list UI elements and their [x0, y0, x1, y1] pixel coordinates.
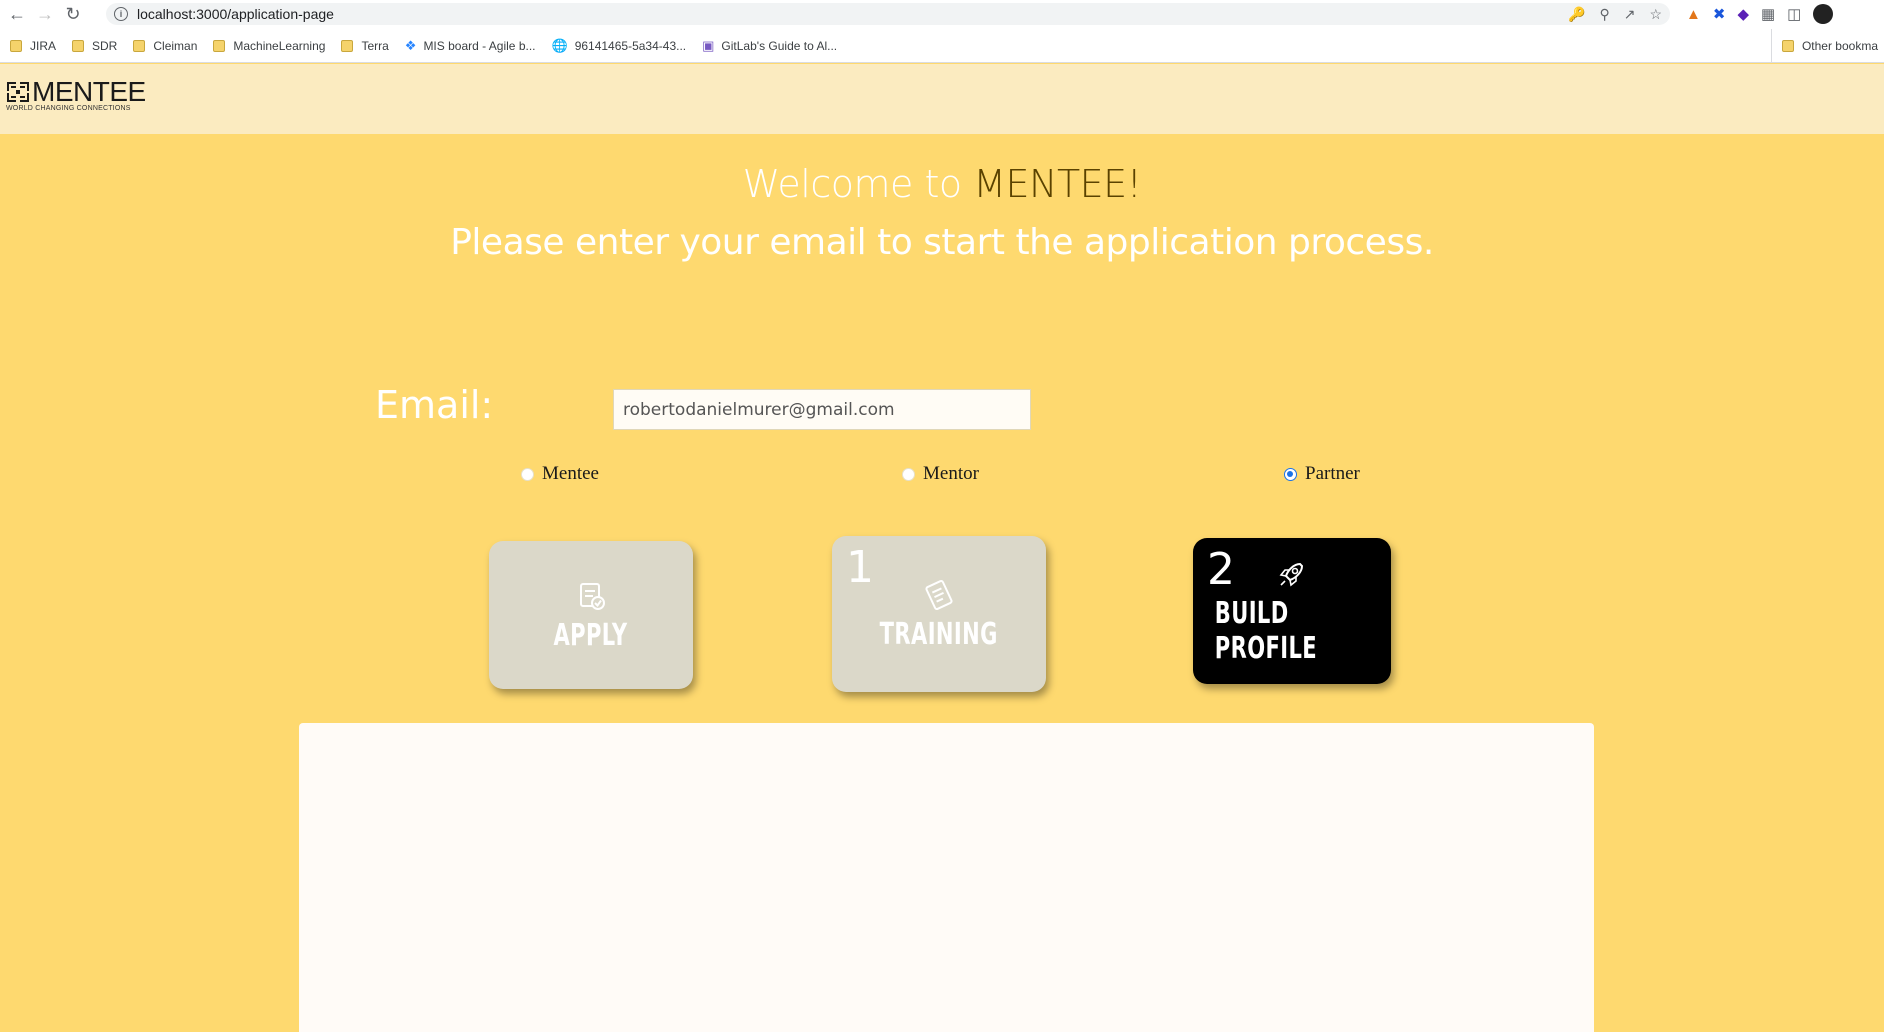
address-bar[interactable]: i localhost:3000/application-page 🔑 ⚲ ↗ …: [106, 3, 1670, 25]
browser-toolbar: ← → ↻ i localhost:3000/application-page …: [0, 0, 1884, 29]
folder-icon: [1781, 40, 1794, 52]
folder-icon: [10, 39, 22, 52]
folder-icon: [213, 39, 226, 52]
bookmark-jira[interactable]: JIRA: [10, 39, 56, 53]
step-label: TRAINING: [879, 616, 999, 652]
bookmark-machinelearning[interactable]: MachineLearning: [213, 39, 325, 53]
zoom-icon[interactable]: ⚲: [1599, 6, 1609, 23]
folder-icon: [72, 39, 85, 52]
folder-icon: [341, 39, 354, 52]
role-radio-mentor[interactable]: Mentor: [902, 463, 979, 485]
bookmark-cleiman[interactable]: Cleiman: [133, 39, 197, 53]
globe-icon: 🌐: [551, 37, 568, 53]
mentee-logo-icon: [7, 82, 29, 102]
key-icon[interactable]: 🔑: [1568, 6, 1585, 23]
bookmark-mis-board[interactable]: ❖ MIS board - Agile b...: [405, 38, 536, 54]
back-arrow-icon[interactable]: ←: [3, 1, 31, 29]
welcome-subtitle: Please enter your email to start the app…: [450, 222, 1434, 263]
address-url[interactable]: localhost:3000/application-page: [137, 6, 334, 22]
rocket-icon: [1279, 562, 1304, 587]
bookmarks-bar: JIRA SDR Cleiman MachineLearning Terra ❖…: [0, 29, 1884, 63]
email-label: Email:: [375, 383, 494, 427]
step-card-build-profile[interactable]: 2 BUILD PROFILE: [1193, 538, 1391, 684]
document-check-icon: [580, 582, 605, 610]
extension-x-icon[interactable]: ✖: [1713, 5, 1726, 23]
radio-button[interactable]: [902, 467, 915, 481]
email-input[interactable]: [613, 389, 1031, 430]
gitlab-icon: ▣: [702, 37, 715, 53]
other-bookmarks[interactable]: Other bookma: [1770, 29, 1878, 63]
bookmark-uuid[interactable]: 🌐 96141465-5a34-43...: [552, 38, 687, 54]
radio-label: Mentor: [923, 463, 979, 484]
notebook-icon: [925, 579, 953, 610]
folder-icon: [133, 39, 146, 52]
forward-arrow-icon[interactable]: →: [31, 1, 59, 29]
radio-label: Partner: [1305, 463, 1360, 484]
radio-button[interactable]: [521, 467, 534, 481]
step-number: 1: [846, 542, 874, 593]
mentee-logo[interactable]: MENTEE WORLD CHANGING CONNECTIONS: [6, 76, 146, 113]
radio-button-checked[interactable]: [1284, 467, 1297, 481]
welcome-heading: Welcome to MENTEE!: [742, 162, 1142, 206]
bookmark-terra[interactable]: Terra: [341, 39, 389, 53]
site-header: MENTEE WORLD CHANGING CONNECTIONS: [0, 64, 1884, 134]
jira-icon: ❖: [404, 37, 417, 53]
bookmark-sdr[interactable]: SDR: [72, 39, 117, 53]
profile-avatar[interactable]: [1813, 4, 1834, 24]
logo-tagline: WORLD CHANGING CONNECTIONS: [6, 105, 131, 112]
role-radio-mentee[interactable]: Mentee: [521, 463, 599, 485]
radio-label: Mentee: [542, 463, 599, 484]
extension-badge-icon[interactable]: ◆: [1737, 5, 1749, 23]
brand-name: MENTEE!: [973, 162, 1142, 206]
role-radio-partner[interactable]: Partner: [1284, 463, 1360, 485]
step-label: APPLY: [553, 617, 629, 653]
application-content-panel: [299, 723, 1594, 1032]
step-label: BUILD PROFILE: [1214, 596, 1318, 666]
side-panel-icon[interactable]: ◫: [1787, 5, 1801, 23]
star-icon[interactable]: ☆: [1649, 6, 1662, 23]
metamask-extension-icon[interactable]: ▲: [1686, 6, 1701, 23]
share-icon[interactable]: ↗: [1624, 6, 1636, 23]
step-card-apply[interactable]: APPLY: [489, 541, 693, 689]
site-info-icon[interactable]: i: [114, 7, 128, 21]
step-card-training[interactable]: 1 TRAINING: [832, 536, 1046, 692]
bookmark-gitlab-guide[interactable]: ▣ GitLab's Guide to Al...: [702, 38, 837, 54]
logo-text: MENTEE: [32, 76, 146, 107]
reload-icon[interactable]: ↻: [59, 1, 87, 29]
step-number: 2: [1207, 544, 1235, 595]
puzzle-extensions-icon[interactable]: ▦: [1761, 5, 1775, 23]
